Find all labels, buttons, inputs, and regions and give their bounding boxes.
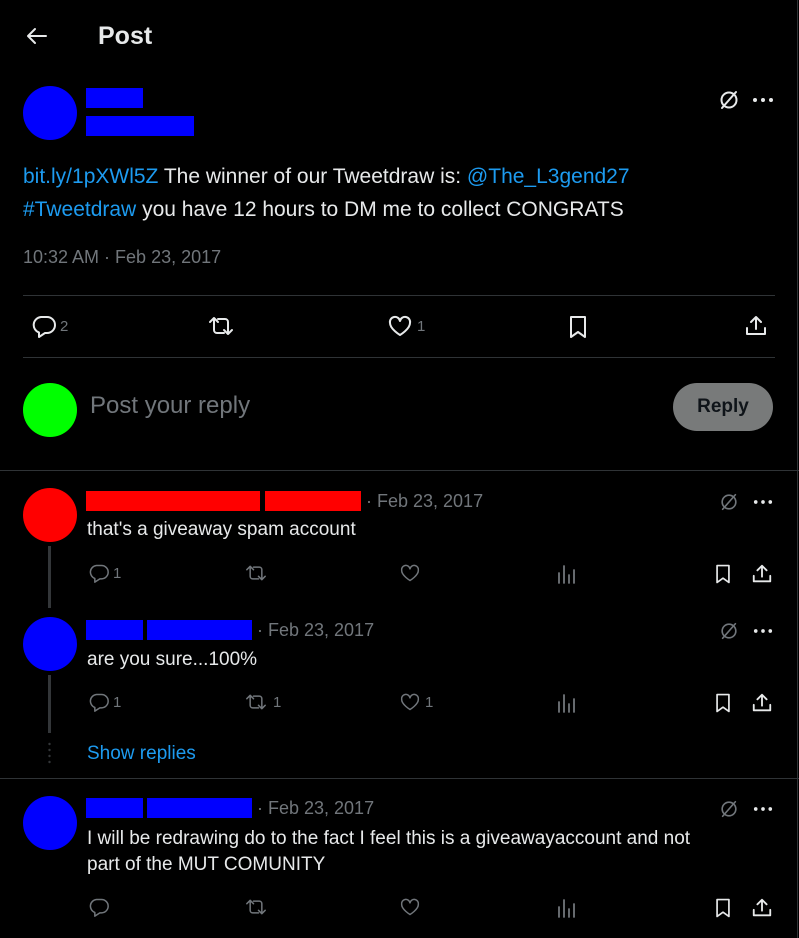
like-button[interactable] [398,563,422,583]
reply-text: that's a giveaway spam account [87,519,356,540]
avatar[interactable] [23,86,77,140]
views-button[interactable] [555,897,577,919]
heart-icon [388,315,412,336]
thread-line [48,675,51,733]
hashtag-link[interactable]: #Tweetdraw [23,198,136,221]
post-text: bit.ly/1pXWl5Z The winner of our Tweetdr… [23,165,630,221]
grok-icon[interactable] [719,492,739,512]
bookmark-button[interactable] [713,692,733,714]
more-icon[interactable] [752,97,774,103]
post-link[interactable]: bit.ly/1pXWl5Z [23,165,158,188]
thread-line [48,546,51,608]
reply-author-name-redacted [86,491,260,511]
share-icon [752,693,772,712]
heart-icon [400,693,420,711]
bookmark-icon [716,898,730,918]
bookmark-button[interactable] [713,897,733,919]
column-border [797,0,798,938]
reply-button[interactable]: 2 [31,314,68,338]
avatar[interactable] [23,796,77,850]
share-icon [752,898,772,917]
repost-button[interactable] [242,897,270,917]
share-button[interactable] [751,563,773,585]
reply-icon [89,564,109,583]
repost-icon [246,694,266,710]
analytics-icon [558,899,575,918]
repost-icon [209,317,233,335]
share-button[interactable] [751,897,773,919]
reply-input[interactable]: Post your reply [90,392,250,420]
post-timestamp[interactable]: 10:32 AM · Feb 23, 2017 [23,247,221,268]
reply-button[interactable]: 1 [88,563,121,583]
grok-icon[interactable] [719,621,739,641]
bookmark-icon [716,564,730,584]
bookmark-icon [716,693,730,713]
reply-author-name-redacted [86,798,143,818]
reply-author-name-redacted [86,620,143,640]
repost-button[interactable] [242,563,270,583]
share-icon [746,316,766,335]
reply-text: are you sure...100% [87,649,258,670]
reply-text: I will be redrawing do to the fact I fee… [87,828,691,875]
heart-icon [400,898,420,916]
mention-link[interactable]: @The_L3gend27 [467,165,630,188]
reply-date[interactable]: · Feb 23, 2017 [257,798,374,819]
avatar[interactable] [23,617,77,671]
reply-button[interactable]: 1 [88,692,121,712]
analytics-icon [558,565,575,584]
more-icon[interactable] [753,628,773,634]
current-user-avatar [23,383,77,437]
heart-icon [400,564,420,582]
page-title: Post [98,22,153,50]
share-icon [752,564,772,583]
repost-button[interactable]: 1 [242,692,281,712]
reply-author-handle-redacted [265,491,361,511]
views-button[interactable] [555,563,577,585]
bookmark-button[interactable] [567,314,589,340]
more-icon[interactable] [753,499,773,505]
reply-submit-button[interactable]: Reply [673,383,773,431]
analytics-icon [558,694,575,713]
repost-icon [246,899,266,915]
more-replies-dots-icon [48,742,51,766]
reply-button[interactable] [88,897,110,917]
more-icon[interactable] [753,806,773,812]
repost-icon [246,565,266,581]
author-name-redacted [86,88,143,108]
reply-date[interactable]: · Feb 23, 2017 [366,491,483,512]
like-button[interactable]: 1 [386,314,425,338]
like-button[interactable] [398,897,422,917]
show-replies-link[interactable]: Show replies [87,743,196,765]
reply-icon [89,898,109,917]
reply-author-handle-redacted [147,620,252,640]
share-button[interactable] [751,692,773,714]
bookmark-button[interactable] [713,563,733,585]
grok-icon[interactable] [719,799,739,819]
share-button[interactable] [744,314,768,338]
reply-icon [32,316,56,338]
bookmark-icon [570,316,586,338]
back-button[interactable] [24,24,50,48]
avatar[interactable] [23,488,77,542]
like-button[interactable]: 1 [398,692,433,712]
author-handle-redacted [86,116,194,136]
reply-icon [89,693,109,712]
reply-author-handle-redacted [147,798,252,818]
repost-button[interactable] [205,314,237,338]
grok-icon[interactable] [718,89,740,111]
arrow-left-icon [27,28,47,44]
views-button[interactable] [555,692,577,714]
reply-date[interactable]: · Feb 23, 2017 [257,620,374,641]
